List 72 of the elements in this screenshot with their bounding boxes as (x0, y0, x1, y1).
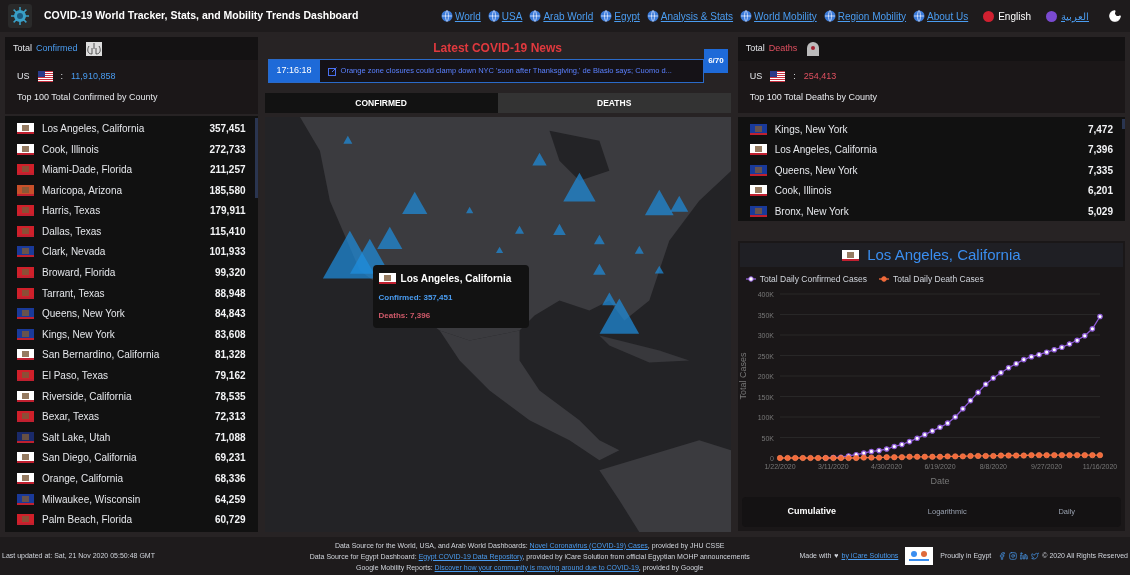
news-counter: 6/70 (704, 49, 728, 73)
separator: : (60, 69, 64, 83)
county-name: San Diego, California (42, 451, 138, 466)
panel-title-prefix: Total (13, 41, 32, 55)
county-value: 211,257 (209, 163, 246, 178)
county-name: Orange, California (42, 472, 125, 486)
county-name: Kings, New York (774, 122, 849, 137)
county-value: 72,313 (214, 410, 246, 425)
country-code: US (17, 69, 30, 83)
county-name: Kings, New York (42, 327, 116, 342)
county-value: 78,535 (214, 389, 246, 404)
county-value: 84,843 (214, 307, 246, 322)
county-name: Miami-Dade, Florida (42, 163, 134, 178)
county-value: 7,472 (1087, 122, 1113, 137)
county-name: Milwaukee, Wisconsin (42, 492, 142, 507)
county-value: 69,231 (214, 451, 246, 466)
county-name: Maricopa, Arizona (42, 183, 124, 198)
county-value: 79,162 (214, 369, 246, 384)
county-value: 71,088 (214, 430, 246, 445)
county-value: 185,580 (209, 183, 246, 198)
news-heading: Latest COVID-19 News (432, 40, 563, 57)
site-title: COVID-19 World Tracker, Stats, and Mobility Trends Dashboard (44, 8, 360, 24)
country-code: US (749, 69, 763, 83)
panel-subtitle: Top 100 Total Confirmed by County (17, 91, 159, 105)
county-name: Broward, Florida (42, 266, 117, 281)
county-name: Salt Lake, Utah (42, 430, 112, 445)
county-value: 88,948 (214, 286, 246, 301)
county-name: San Bernardino, California (42, 348, 161, 363)
panel-subtitle: Top 100 Total Deaths by County (749, 91, 879, 104)
county-name: Los Angeles, California (42, 121, 146, 136)
county-value: 68,336 (214, 472, 246, 486)
panel-title-highlight: Deaths (768, 42, 798, 56)
county-name: Cook, Illinois (42, 142, 100, 157)
separator: : (793, 69, 796, 83)
panel-title-prefix: Total (745, 42, 765, 56)
county-value: 179,911 (209, 204, 246, 219)
county-name: Clark, Nevada (42, 245, 107, 260)
panel-title-highlight: Confirmed (36, 41, 78, 55)
county-value: 5,029 (1087, 204, 1113, 219)
county-value: 7,396 (1087, 143, 1113, 158)
county-name: Queens, New York (774, 163, 859, 178)
county-value: 6,201 (1087, 184, 1113, 199)
county-name: Queens, New York (42, 307, 126, 322)
county-name: El Paso, Texas (42, 369, 109, 384)
news-time: 17:16:18 (268, 60, 320, 82)
county-value: 7,335 (1087, 163, 1113, 178)
county-value: 272,733 (209, 142, 246, 157)
tooltip-confirmed: Confirmed: 357,451 (378, 291, 454, 304)
county-name: Bexar, Texas (42, 410, 101, 425)
tooltip-title: Los Angeles, California (400, 271, 512, 286)
county-name: Los Angeles, California (774, 143, 878, 158)
county-name: Cook, Illinois (774, 184, 833, 199)
county-value: 101,933 (209, 245, 246, 260)
county-name: Riverside, California (42, 389, 133, 404)
county-value: 83,608 (214, 327, 246, 342)
county-value: 357,451 (209, 121, 246, 136)
county-value: 60,729 (214, 513, 246, 528)
county-name: Palm Beach, Florida (42, 513, 134, 528)
county-name: Dallas, Texas (42, 224, 103, 239)
county-value: 64,259 (214, 492, 246, 507)
county-name: Tarrant, Texas (42, 286, 106, 301)
total-count: 254,413 (803, 69, 837, 83)
y-axis-title: Total Cases (737, 352, 748, 400)
county-value: 115,410 (209, 224, 246, 239)
county-value: 99,320 (214, 266, 246, 281)
chart-title: Los Angeles, California (867, 244, 1021, 265)
county-value: 81,328 (214, 348, 246, 363)
x-axis-title: Date (930, 475, 950, 486)
county-name: Harris, Texas (42, 204, 102, 219)
total-count: 11,910,858 (71, 69, 116, 83)
tooltip-deaths: Deaths: 7,396 (378, 309, 432, 322)
county-name: Bronx, New York (774, 204, 850, 219)
